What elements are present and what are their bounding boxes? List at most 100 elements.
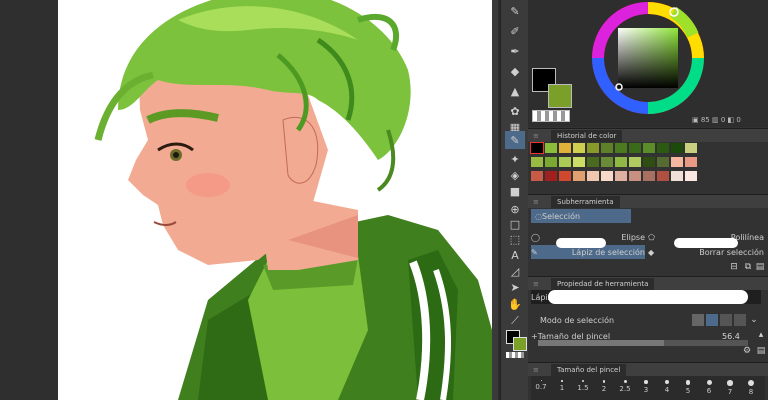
color-history-swatch[interactable] bbox=[685, 171, 697, 181]
color-history-swatch[interactable] bbox=[601, 171, 613, 181]
object-tool-icon[interactable]: ➤ bbox=[505, 278, 525, 296]
color-history-swatch[interactable] bbox=[601, 143, 613, 153]
tab-subtool[interactable]: Subherramienta bbox=[551, 195, 620, 208]
color-history-swatch[interactable] bbox=[587, 143, 599, 153]
airbrush-tool-icon[interactable]: ✒ bbox=[505, 42, 525, 60]
subtool-menu-icon[interactable]: ⊟ bbox=[728, 262, 740, 272]
brush-size-dot bbox=[727, 380, 733, 386]
color-history-swatch[interactable] bbox=[643, 143, 655, 153]
color-history-swatch[interactable] bbox=[573, 171, 585, 181]
pen-tool-icon[interactable]: ✎ bbox=[505, 2, 525, 20]
subtool-copy-icon[interactable]: ⧉ bbox=[742, 262, 754, 272]
brush-size-preset[interactable]: 2.5 bbox=[615, 376, 635, 400]
sub-color-swatch[interactable] bbox=[548, 84, 572, 108]
color-history-swatch[interactable] bbox=[685, 143, 697, 153]
drawing-canvas[interactable] bbox=[58, 0, 492, 400]
color-history-swatch[interactable] bbox=[573, 157, 585, 167]
tab-tool-property[interactable]: Propiedad de herramienta bbox=[551, 277, 655, 290]
color-history-swatch[interactable] bbox=[657, 143, 669, 153]
color-history-grid bbox=[530, 142, 761, 187]
color-history-swatch[interactable] bbox=[559, 157, 571, 167]
subtool-delete-icon[interactable]: ▤ bbox=[754, 262, 766, 272]
color-history-swatch[interactable] bbox=[587, 171, 599, 181]
brush-size-preset-label: 5 bbox=[685, 386, 691, 395]
settings-icon[interactable]: ⚙ bbox=[742, 346, 752, 356]
eyedropper-tool-icon[interactable]: ⟋ bbox=[505, 312, 525, 330]
color-history-swatch[interactable] bbox=[643, 157, 655, 167]
color-history-swatch[interactable] bbox=[615, 157, 627, 167]
selection-mode-label: Modo de selección bbox=[540, 315, 615, 325]
color-history-swatch[interactable] bbox=[559, 171, 571, 181]
fill-tool-icon[interactable]: ▲ bbox=[505, 82, 525, 100]
color-history-swatch[interactable] bbox=[615, 143, 627, 153]
color-history-swatch[interactable] bbox=[545, 157, 557, 167]
brush-size-dot bbox=[561, 380, 563, 382]
mode-intersect-icon[interactable] bbox=[734, 314, 746, 326]
scribble-mark bbox=[548, 290, 748, 304]
brush-size-presets: 0.7 1 1.5 2 2.5 3 4 5 6 7 8 bbox=[531, 376, 765, 400]
color-history-swatch[interactable] bbox=[573, 143, 585, 153]
color-history-swatch[interactable] bbox=[601, 157, 613, 167]
color-history-swatch[interactable] bbox=[531, 171, 543, 181]
color-history-swatch[interactable] bbox=[530, 142, 544, 154]
color-history-swatch[interactable] bbox=[643, 171, 655, 181]
eraser-tool-icon[interactable]: ◆ bbox=[505, 62, 525, 80]
tab-brush-size[interactable]: Tamaño del pincel bbox=[551, 363, 627, 376]
color-history-swatch[interactable] bbox=[615, 171, 627, 181]
brush-tool-icon[interactable]: ✐ bbox=[505, 22, 525, 40]
hue-ring[interactable] bbox=[588, 0, 710, 120]
brush-size-preset-label: 3 bbox=[643, 385, 649, 394]
brush-size-spin-icon[interactable]: ▴ bbox=[756, 330, 766, 340]
color-history-swatch[interactable] bbox=[545, 143, 557, 153]
color-history-swatch[interactable] bbox=[629, 171, 641, 181]
ellipse-icon: ◯ bbox=[531, 232, 540, 242]
color-history-header: ≡ Historial de color bbox=[528, 128, 768, 142]
brush-size-preset[interactable]: 6 bbox=[699, 376, 719, 400]
mode-add-icon[interactable] bbox=[706, 314, 718, 326]
brush-size-preset[interactable]: 0.7 bbox=[531, 376, 551, 400]
color-history-swatch[interactable] bbox=[671, 171, 683, 181]
mode-subtract-icon[interactable] bbox=[720, 314, 732, 326]
brush-size-dot bbox=[623, 380, 627, 383]
color-history-swatch[interactable] bbox=[629, 157, 641, 167]
brush-size-preset-label: 4 bbox=[664, 386, 670, 394]
subtool-group-seleccion[interactable]: ◌ Selección bbox=[531, 209, 631, 223]
mode-dropdown-icon[interactable]: ⌄ bbox=[748, 314, 760, 326]
color-history-swatch[interactable] bbox=[657, 157, 669, 167]
hand-tool-icon[interactable]: ✋ bbox=[505, 295, 525, 313]
subtool-item-label: Elipse bbox=[621, 232, 645, 242]
polyline-icon: ⬠ bbox=[648, 232, 655, 242]
brush-size-preset[interactable]: 4 bbox=[657, 376, 677, 400]
tab-color-history[interactable]: Historial de color bbox=[551, 129, 623, 142]
brush-size-preset[interactable]: 2 bbox=[594, 376, 614, 400]
brush-size-preset[interactable]: 5 bbox=[678, 376, 698, 400]
transparent-swatch[interactable] bbox=[532, 110, 570, 122]
color-history-swatch[interactable] bbox=[657, 171, 669, 181]
selection-icon: ◌ bbox=[535, 211, 542, 221]
brush-size-preset-label: 0.7 bbox=[535, 383, 547, 391]
brush-size-preset[interactable]: 3 bbox=[636, 376, 656, 400]
brush-size-preset[interactable]: 8 bbox=[741, 376, 761, 400]
color-history-swatch[interactable] bbox=[671, 143, 683, 153]
brush-size-slider[interactable] bbox=[538, 340, 748, 346]
color-history-swatch[interactable] bbox=[685, 157, 697, 167]
color-history-swatch[interactable] bbox=[629, 143, 641, 153]
subtool-group-label: Selección bbox=[541, 211, 581, 221]
transparent-color-chip[interactable] bbox=[506, 352, 524, 358]
selection-pen-tool-icon[interactable]: ✎ bbox=[505, 131, 525, 149]
brush-size-preset-label: 6 bbox=[706, 387, 712, 395]
readout-value-b: 0 bbox=[720, 116, 726, 124]
mode-new-icon[interactable] bbox=[692, 314, 704, 326]
brush-size-preset[interactable]: 1.5 bbox=[573, 376, 593, 400]
color-history-swatch[interactable] bbox=[559, 143, 571, 153]
panel-menu-icon[interactable]: ▤ bbox=[756, 346, 766, 356]
brush-size-value: 56.4 bbox=[722, 332, 740, 341]
brush-size-preset[interactable]: 1 bbox=[552, 376, 572, 400]
color-history-swatch[interactable] bbox=[545, 171, 557, 181]
gradient-tool-icon[interactable]: ■ bbox=[505, 182, 525, 200]
sub-color-chip[interactable] bbox=[513, 337, 527, 351]
color-history-swatch[interactable] bbox=[587, 157, 599, 167]
brush-size-preset[interactable]: 7 bbox=[720, 376, 740, 400]
color-history-swatch[interactable] bbox=[531, 157, 543, 167]
color-history-swatch[interactable] bbox=[671, 157, 683, 167]
